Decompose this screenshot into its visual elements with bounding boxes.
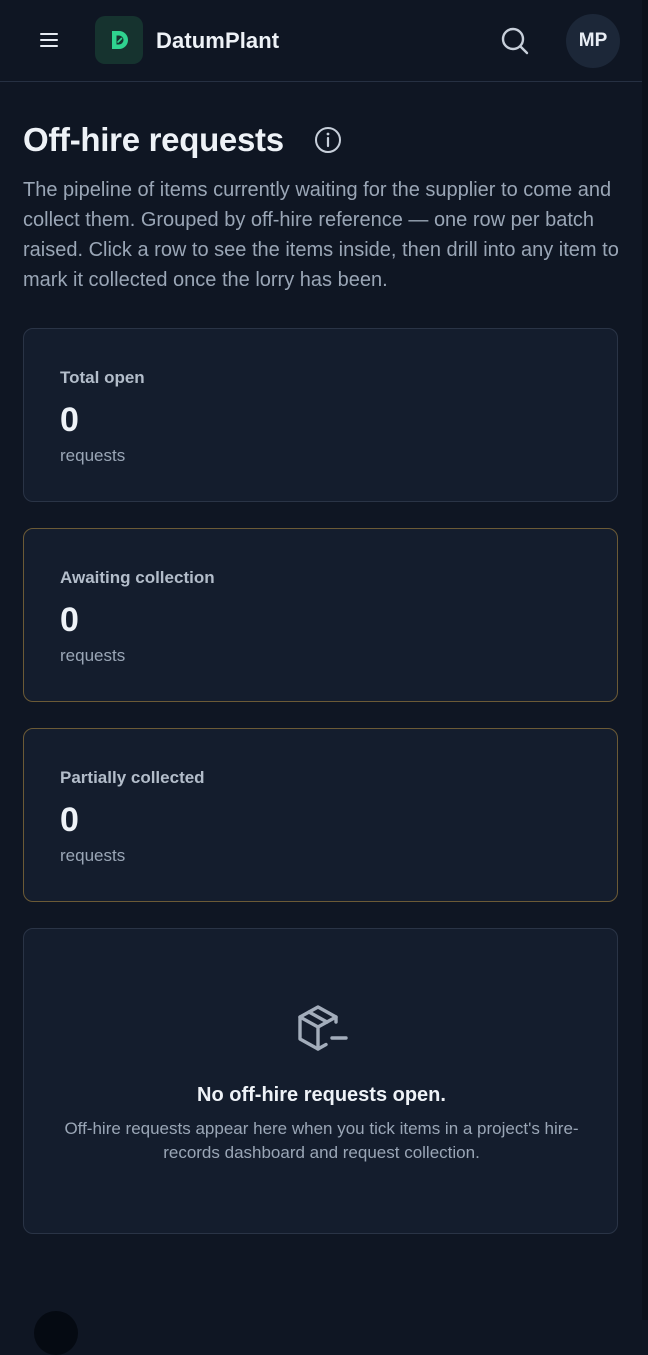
stat-unit: requests xyxy=(60,446,126,465)
stat-label: Partially collected xyxy=(60,768,205,787)
empty-state-title: No off-hire requests open. xyxy=(197,1084,446,1106)
stat-value: 0 xyxy=(60,401,79,439)
empty-state-card: No off-hire requests open. Off-hire requ… xyxy=(23,928,618,1234)
app-logo[interactable] xyxy=(95,16,143,64)
page-title: Off-hire requests xyxy=(23,121,284,158)
stat-card-total-open[interactable]: Total open 0 requests xyxy=(23,328,618,502)
package-minus-icon xyxy=(298,1005,348,1051)
datumplant-logo-icon xyxy=(112,31,128,49)
stat-card-awaiting-collection[interactable]: Awaiting collection 0 requests xyxy=(23,528,618,702)
stat-unit: requests xyxy=(60,646,126,665)
info-icon xyxy=(315,127,341,153)
stat-label: Awaiting collection xyxy=(60,568,215,587)
search-button[interactable] xyxy=(500,26,530,56)
stat-value: 0 xyxy=(60,801,79,839)
hamburger-menu-icon xyxy=(40,33,58,47)
user-avatar[interactable]: MP xyxy=(566,14,620,68)
empty-state-text: Off-hire requests appear here when you t… xyxy=(64,1119,579,1162)
scrollbar[interactable] xyxy=(642,0,648,1320)
stat-unit: requests xyxy=(60,846,126,865)
page-description: The pipeline of items currently waiting … xyxy=(23,179,619,291)
info-button[interactable] xyxy=(314,126,342,154)
search-icon xyxy=(501,27,529,55)
stat-label: Total open xyxy=(60,368,145,387)
stat-card-partially-collected[interactable]: Partially collected 0 requests xyxy=(23,728,618,902)
menu-button[interactable] xyxy=(36,27,62,53)
floating-action-button[interactable] xyxy=(34,1311,78,1355)
stat-value: 0 xyxy=(60,601,79,639)
brand-name: DatumPlant xyxy=(156,28,280,53)
top-bar: DatumPlant MP xyxy=(0,0,642,82)
